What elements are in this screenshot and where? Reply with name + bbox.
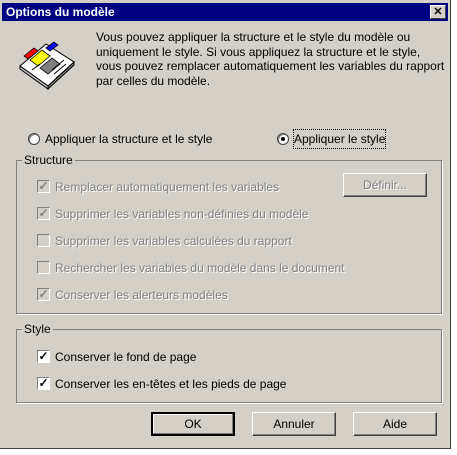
checkbox-icon[interactable]: ✓ [37,206,50,220]
checkbox-icon[interactable]: ✓ [37,287,50,301]
checkbox-label: Conserver les alerteurs modèles [55,288,228,302]
dialog-title: Options du modèle [6,5,115,19]
radio-label: Appliquer le style [292,129,387,149]
radio-button-icon[interactable] [28,133,40,145]
template-document-icon [19,41,75,91]
title-bar: Options du modèle ✕ [2,3,448,21]
checkbox-icon[interactable]: ✓ [37,179,50,193]
ok-button[interactable]: OK [151,412,235,436]
radio-button-checked-icon[interactable] [277,133,289,145]
checkbox-icon[interactable]: ✓ [37,349,50,363]
define-button[interactable]: Définir... [343,173,427,197]
checkbox-label: Supprimer les variables calculées du rap… [55,234,292,248]
checkbox-icon[interactable] [37,261,50,274]
close-button[interactable]: ✕ [430,5,446,19]
structure-group: Structure ✓ Remplacer automatiquement le… [16,152,442,314]
radio-label: Appliquer la structure et le style [45,132,213,146]
checkbox-label: Supprimer les variables non-définies du … [55,207,309,221]
structure-group-title: Structure [22,152,75,168]
style-group: Style ✓ Conserver le fond de page ✓ Cons… [16,321,442,403]
checkbox-label: Conserver le fond de page [55,350,197,364]
template-options-dialog: Options du modèle ✕ Vous pouvez applique… [0,0,451,449]
checkbox-label: Conserver les en-têtes et les pieds de p… [55,377,287,391]
checkbox-icon[interactable] [37,234,50,247]
checkbox-icon[interactable]: ✓ [37,376,50,390]
checkbox-label: Remplacer automatiquement les variables [55,180,280,194]
checkbox-label: Rechercher les variables du modèle dans … [55,261,345,275]
help-button[interactable]: Aide [353,412,437,436]
dialog-description: Vous pouvez appliquer la structure et le… [96,30,445,88]
style-group-title: Style [22,321,53,337]
cancel-button[interactable]: Annuler [252,412,336,436]
